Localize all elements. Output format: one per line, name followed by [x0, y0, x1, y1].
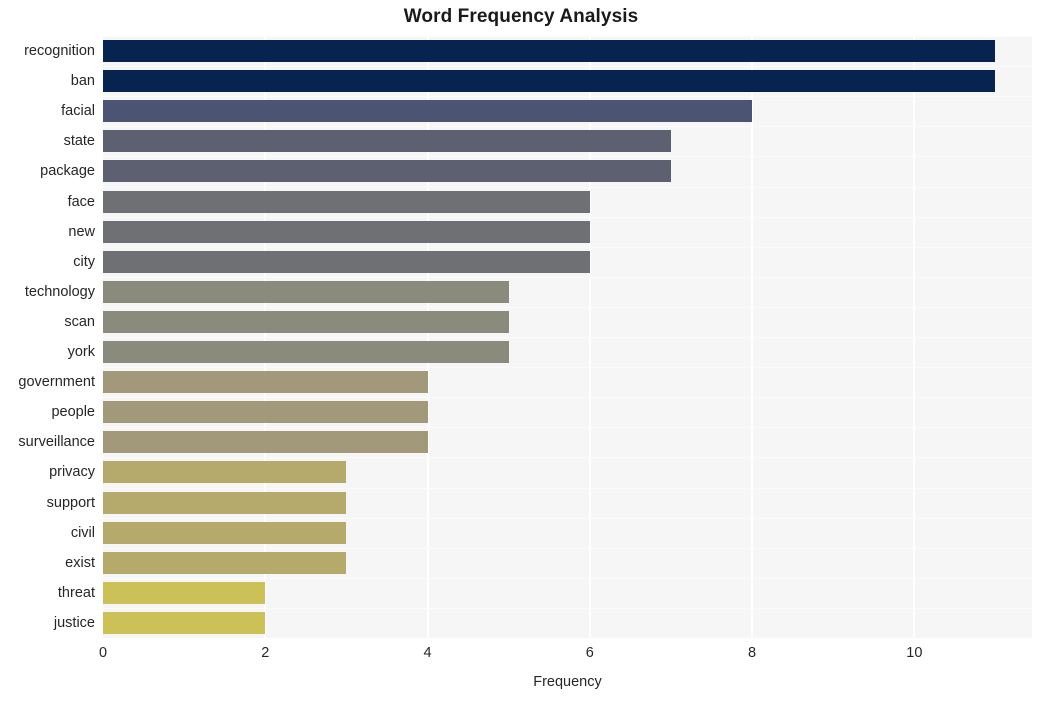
bar — [103, 70, 996, 93]
x-axis-tick-labels: 0 2 4 6 8 10 — [0, 645, 1042, 667]
bar — [103, 461, 347, 484]
bar — [103, 371, 428, 394]
y-gridline — [103, 217, 1032, 218]
chart-title: Word Frequency Analysis — [403, 6, 639, 27]
bar — [103, 611, 266, 634]
y-axis-tick-label: state — [63, 133, 95, 150]
y-gridline — [103, 156, 1032, 157]
bar — [103, 521, 347, 544]
y-gridline — [103, 488, 1032, 489]
y-axis-tick-label: face — [67, 193, 95, 210]
y-axis-tick-label: government — [18, 374, 95, 391]
y-gridline — [103, 518, 1032, 519]
y-axis-tick-label: privacy — [49, 464, 95, 481]
y-gridline — [103, 187, 1032, 188]
y-axis-tick-label: surveillance — [18, 434, 95, 451]
bar — [103, 581, 266, 604]
x-axis-tick-label: 0 — [98, 645, 108, 661]
y-gridline — [103, 277, 1032, 278]
y-axis-tick-label: facial — [61, 103, 95, 120]
y-gridline — [103, 247, 1032, 248]
y-gridline — [103, 608, 1032, 609]
y-gridline — [103, 96, 1032, 97]
bar — [103, 190, 590, 213]
y-gridline — [103, 36, 1032, 37]
bar — [103, 100, 753, 123]
y-axis-tick-label: justice — [53, 614, 95, 631]
bar — [103, 491, 347, 514]
y-axis-tick-label: ban — [70, 73, 95, 90]
x-axis-tick-label: 6 — [585, 645, 594, 661]
y-axis-tick-label: people — [51, 404, 95, 421]
y-gridline — [103, 457, 1032, 458]
y-gridline — [103, 427, 1032, 428]
bar — [103, 160, 671, 183]
y-gridline — [103, 397, 1032, 398]
y-axis-tick-label: exist — [65, 554, 95, 571]
x-axis-tick-label: 8 — [748, 645, 757, 661]
y-axis-tick-label: technology — [24, 283, 95, 300]
x-axis-tick-label: 4 — [423, 645, 432, 661]
y-axis-tick-label: package — [40, 163, 95, 180]
bar — [103, 551, 347, 574]
bar — [103, 431, 428, 454]
y-axis-tick-label: york — [67, 344, 95, 361]
y-gridline — [103, 307, 1032, 308]
y-gridline — [103, 66, 1032, 67]
plot-area — [103, 36, 1032, 638]
chart-figure: Word Frequency Analysis recognition ban fa… — [0, 0, 1042, 701]
y-axis-tick-label: scan — [64, 313, 95, 330]
y-gridline — [103, 578, 1032, 579]
y-axis-tick-label: new — [68, 223, 95, 240]
x-axis-title: Frequency — [533, 674, 602, 690]
bar — [103, 130, 671, 153]
y-axis-tick-labels: recognition ban facial state package face new c… — [0, 36, 95, 638]
x-axis-tick-label: 2 — [261, 645, 270, 661]
bar — [103, 250, 590, 273]
y-axis-tick-label: civil — [70, 524, 95, 541]
bar — [103, 401, 428, 424]
y-axis-tick-label: threat — [57, 584, 95, 601]
bar — [103, 220, 590, 243]
y-gridline — [103, 548, 1032, 549]
y-gridline — [103, 367, 1032, 368]
bar — [103, 40, 996, 63]
bar — [103, 280, 509, 303]
y-gridline — [103, 126, 1032, 127]
x-axis-tick-label: 10 — [906, 645, 923, 661]
y-axis-tick-label: support — [46, 494, 95, 511]
y-axis-tick-label: recognition — [24, 43, 95, 60]
bar — [103, 310, 509, 333]
y-gridline — [103, 337, 1032, 338]
y-axis-tick-label: city — [73, 253, 95, 270]
bar — [103, 341, 509, 364]
